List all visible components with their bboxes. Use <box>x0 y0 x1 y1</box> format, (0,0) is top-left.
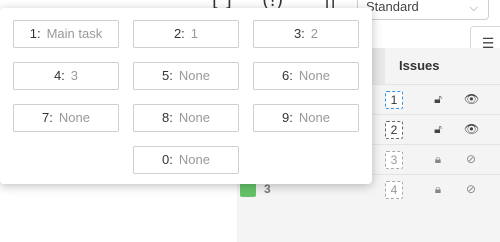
unlock-icon[interactable]: 🔓︎ <box>431 122 445 136</box>
lock-icon[interactable]: 🔒︎ <box>431 152 445 166</box>
hotkey-slots-popup: 1: Main task 2: 1 3: 2 4: 3 5: None 6: None 7:… <box>0 8 372 184</box>
slot-2-button[interactable]: 2: 1 <box>133 20 239 48</box>
slot-key: 4: <box>53 68 65 83</box>
slot-value: Main task <box>46 26 103 41</box>
slot-key: 0: <box>162 152 173 167</box>
slot-1-button[interactable]: 1: Main task <box>13 20 119 48</box>
slot-0-button[interactable]: 0: None <box>133 146 239 174</box>
slot-9-button[interactable]: 9: None <box>253 104 359 132</box>
slot-value: None <box>178 152 210 167</box>
slot-key: 9: <box>282 110 293 125</box>
issue-badge[interactable]: 1 <box>385 91 403 109</box>
eye-icon[interactable]: 👁︎ <box>464 122 479 136</box>
slot-3-button[interactable]: 3: 2 <box>253 20 359 48</box>
slot-value: 3 <box>70 68 79 83</box>
eye-off-icon[interactable]: ⊘ <box>464 182 478 196</box>
slot-key: 6: <box>282 68 293 83</box>
slot-value: None <box>298 68 330 83</box>
eye-icon[interactable]: 👁︎ <box>464 92 479 106</box>
slot-value: None <box>178 110 210 125</box>
issue-badge[interactable]: 3 <box>385 151 403 169</box>
slot-key: 2: <box>173 26 185 41</box>
dropdown-selected-label: Standard <box>366 0 419 14</box>
color-swatch <box>240 183 256 197</box>
slot-value: None <box>178 68 210 83</box>
eye-off-icon[interactable]: ⊘ <box>464 152 478 166</box>
unlock-icon[interactable]: 🔓︎ <box>431 92 445 106</box>
slot-key: 7: <box>42 110 53 125</box>
slot-key: 5: <box>162 68 173 83</box>
issue-badge[interactable]: 4 <box>385 181 403 199</box>
issues-column-header: Issues <box>385 48 500 84</box>
slot-6-button[interactable]: 6: None <box>253 62 359 90</box>
lock-icon[interactable]: 🔒︎ <box>431 182 445 196</box>
slot-4-button[interactable]: 4: 3 <box>13 62 119 90</box>
row-label: 3 <box>264 182 271 196</box>
slot-5-button[interactable]: 5: None <box>133 62 239 90</box>
slot-value: None <box>298 110 330 125</box>
slot-8-button[interactable]: 8: None <box>133 104 239 132</box>
slot-value: 1 <box>190 26 199 41</box>
slot-key: 3: <box>293 26 305 41</box>
mode-dropdown[interactable]: Standard ⌵ <box>357 0 489 20</box>
slot-key: 8: <box>162 110 173 125</box>
slot-value: None <box>58 110 90 125</box>
issue-badge[interactable]: 2 <box>385 121 403 139</box>
chevron-down-icon: ⌵ <box>469 1 478 14</box>
slot-key: 1: <box>29 26 41 41</box>
slot-7-button[interactable]: 7: None <box>13 104 119 132</box>
slot-value: 2 <box>310 26 319 41</box>
